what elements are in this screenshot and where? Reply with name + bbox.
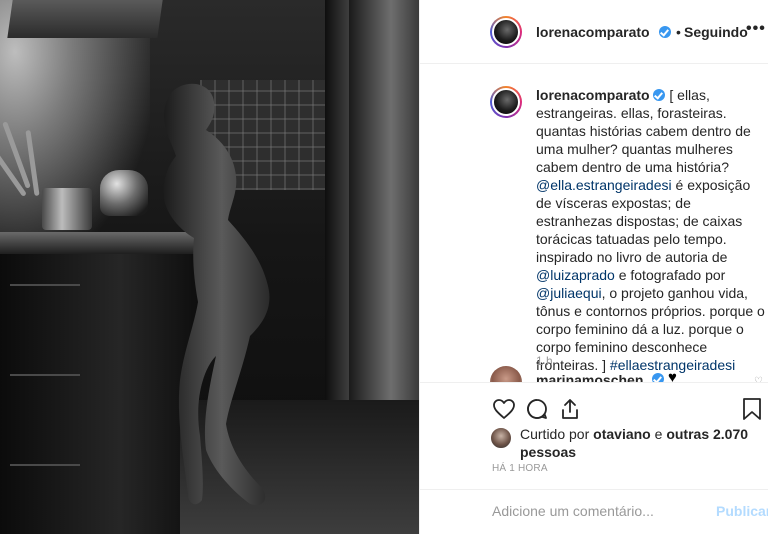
add-comment-bar: Publicar [420,489,768,534]
verified-badge-icon [653,89,666,101]
verified-badge-icon [652,373,664,382]
photo-drawer-line [10,374,80,376]
share-icon[interactable] [556,395,584,423]
comment-icon[interactable] [523,395,551,423]
heart-icon[interactable] [490,395,518,423]
post-timestamp[interactable]: HÁ 1 HORA [492,463,548,474]
post-photo[interactable] [0,0,419,534]
post-actions: Curtido por otaviano e outras 2.070 pess… [420,382,768,492]
bookmark-icon[interactable] [738,395,766,423]
caption-author-avatar[interactable] [490,86,522,118]
commenter-avatar[interactable] [490,366,522,382]
liker-username[interactable]: otaviano [593,426,651,442]
photo-drawer-line [10,284,80,286]
liker-avatar[interactable] [490,427,512,449]
photo-pot [42,188,92,230]
verified-badge-icon [659,26,671,38]
publish-button[interactable]: Publicar [716,503,768,519]
photo-range-hood [7,0,163,38]
comments-list[interactable]: lorenacomparato [ ellas, estrangeiras. e… [420,64,768,382]
following-button[interactable]: Seguindo [684,24,748,40]
likes-summary[interactable]: Curtido por otaviano e outras 2.070 pess… [520,425,750,461]
post-header: lorenacomparato • Seguindo ••• [420,0,768,64]
mention-link[interactable]: @ella.estrangeiradesi [536,177,672,193]
comment-item: marinamoschen ♥ ♡ [490,366,763,382]
commenter-username[interactable]: marinamoschen [536,372,643,382]
likes-middle: e [650,426,667,442]
more-options-icon[interactable]: ••• [746,20,766,38]
caption-text: lorenacomparato [ ellas, estrangeiras. e… [536,86,766,374]
mention-link[interactable]: @luizaprado [536,267,615,283]
post-side-panel: lorenacomparato • Seguindo ••• lorenacom… [419,0,768,534]
post-modal: lorenacomparato • Seguindo ••• lorenacom… [0,0,768,534]
comment-input[interactable] [492,500,712,522]
comment-text: ♥ [668,369,677,382]
likes-prefix: Curtido por [520,426,594,442]
author-username[interactable]: lorenacomparato [536,24,650,40]
mention-link[interactable]: @juliaequi [536,285,602,301]
author-avatar[interactable] [490,16,522,48]
follow-separator: • [676,24,681,40]
caption-username[interactable]: lorenacomparato [536,87,650,103]
photo-kettle [100,170,148,216]
caption-body-3: e fotografado por [614,267,726,283]
photo-drawer-line [10,464,80,466]
photo-figure-silhouette [163,83,270,506]
